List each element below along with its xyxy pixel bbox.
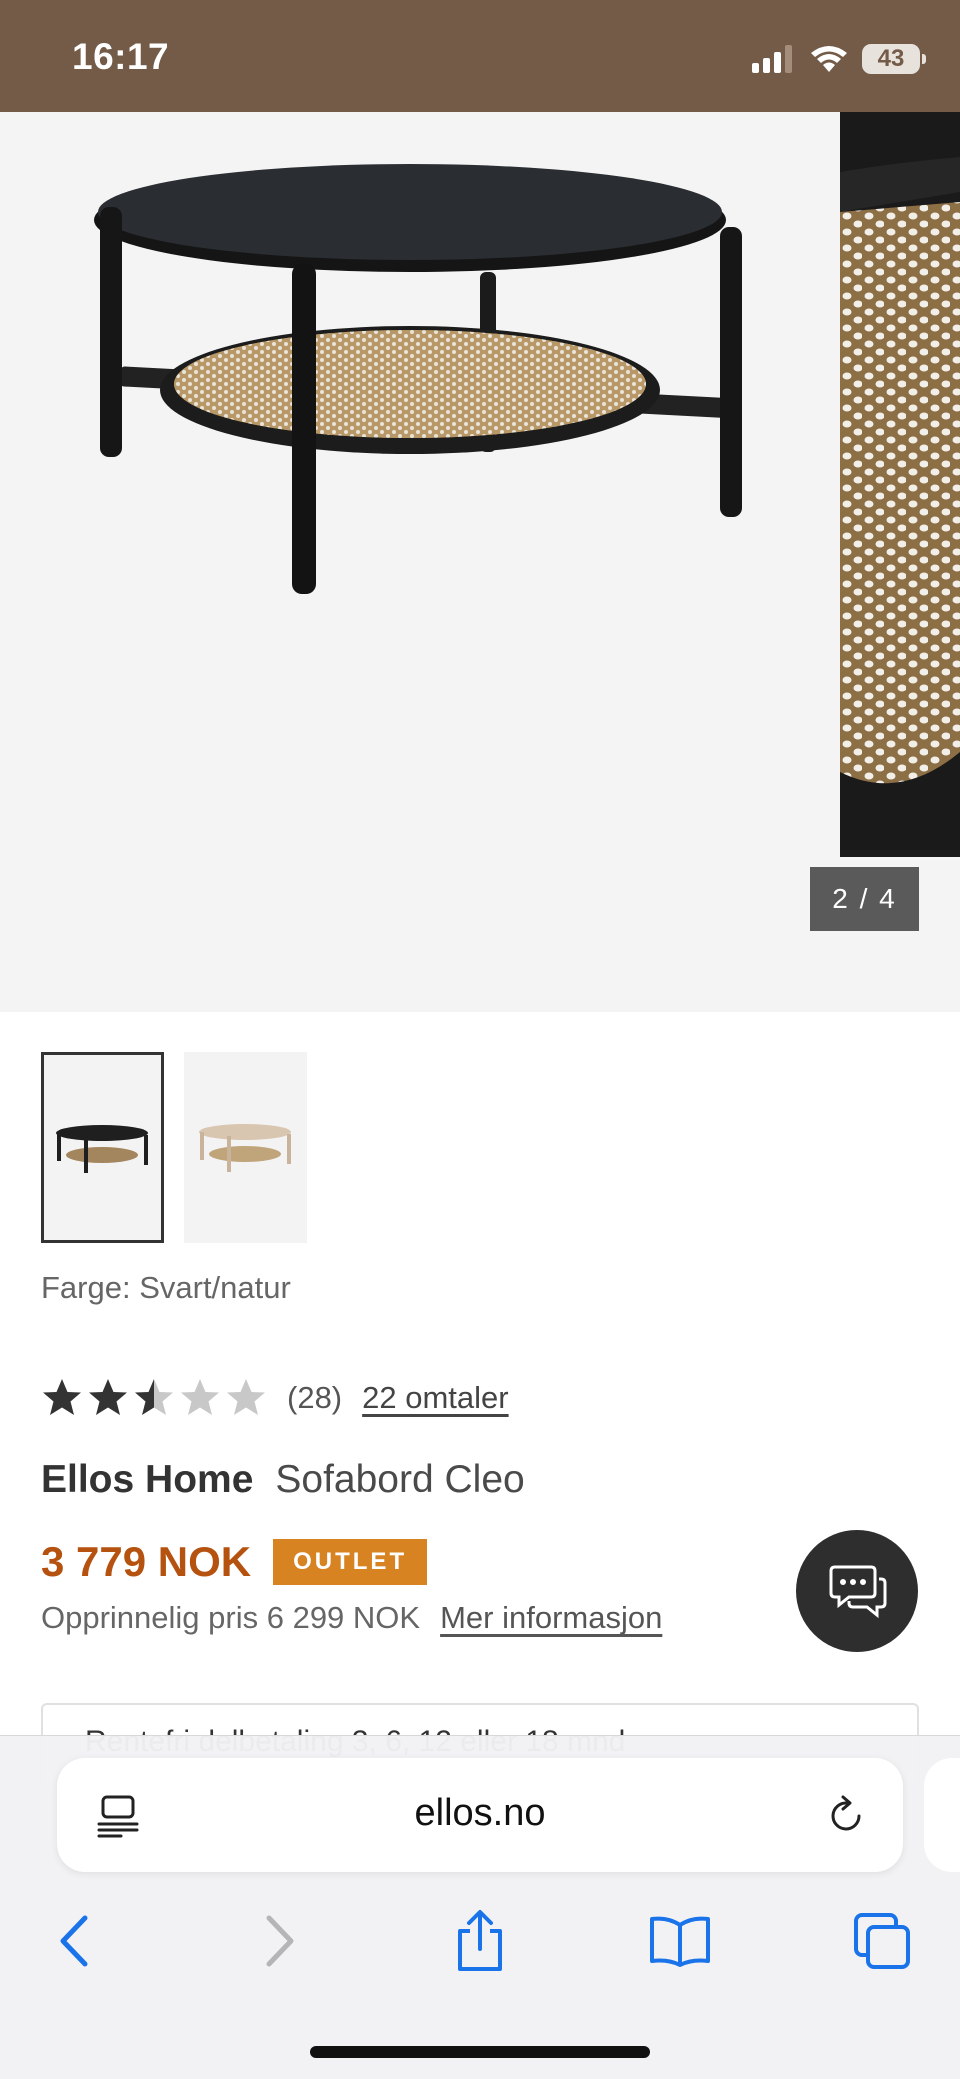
rating-row: (28) 22 omtaler bbox=[41, 1374, 509, 1422]
tabs-button[interactable] bbox=[842, 1901, 922, 1981]
reload-icon[interactable] bbox=[825, 1794, 869, 1838]
original-price: Opprinnelig pris 6 299 NOK bbox=[41, 1600, 421, 1635]
gallery-image-next[interactable] bbox=[840, 112, 960, 857]
outlet-badge: OUTLET bbox=[273, 1539, 428, 1585]
color-label: Farge: Svart/natur bbox=[41, 1270, 291, 1305]
gallery-image-main[interactable] bbox=[0, 112, 840, 1012]
price-row: 3 779 NOK OUTLET bbox=[41, 1538, 428, 1586]
forward-icon bbox=[266, 1915, 294, 1967]
share-button[interactable] bbox=[440, 1901, 520, 1981]
chat-icon bbox=[829, 1565, 887, 1619]
rating-stars[interactable] bbox=[41, 1377, 267, 1419]
coffee-table-image bbox=[94, 164, 742, 594]
gallery-counter: 2 / 4 bbox=[810, 867, 919, 931]
battery-icon: 43 bbox=[862, 44, 926, 74]
status-bar: 16:17 43 bbox=[0, 0, 960, 112]
reviews-link[interactable]: 22 omtaler bbox=[362, 1380, 508, 1416]
url-text: ellos.no bbox=[414, 1792, 546, 1834]
back-icon bbox=[60, 1915, 88, 1967]
bookmarks-button[interactable] bbox=[640, 1901, 720, 1981]
original-price-row: Opprinnelig pris 6 299 NOK Mer informasj… bbox=[41, 1600, 662, 1636]
thumbnail-strip bbox=[41, 1052, 307, 1243]
next-tab-peek[interactable] bbox=[924, 1758, 960, 1872]
thumbnail-natural[interactable] bbox=[184, 1052, 307, 1243]
home-indicator bbox=[310, 2046, 650, 2058]
thumbnail-black[interactable] bbox=[41, 1052, 164, 1243]
product-price: 3 779 NOK bbox=[41, 1538, 252, 1585]
tabs-icon bbox=[854, 1913, 910, 1969]
browser-toolbar bbox=[0, 1901, 960, 1991]
star-icon bbox=[135, 1379, 173, 1415]
star-icon bbox=[89, 1379, 127, 1415]
star-icon bbox=[181, 1379, 219, 1415]
status-icons: 43 bbox=[752, 42, 926, 76]
forward-button[interactable] bbox=[240, 1901, 320, 1981]
chat-button[interactable] bbox=[796, 1530, 918, 1652]
bookmarks-icon bbox=[650, 1916, 710, 1967]
address-bar[interactable]: ellos.no bbox=[57, 1758, 903, 1872]
status-time: 16:17 bbox=[72, 36, 170, 77]
product-name: Sofabord Cleo bbox=[275, 1458, 525, 1501]
star-icon bbox=[227, 1379, 265, 1415]
product-brand[interactable]: Ellos Home bbox=[41, 1458, 253, 1502]
rating-count: (28) bbox=[287, 1380, 343, 1415]
star-icon bbox=[43, 1379, 81, 1415]
wifi-icon bbox=[811, 46, 847, 72]
more-info-link[interactable]: Mer informasjon bbox=[440, 1600, 662, 1636]
back-button[interactable] bbox=[34, 1901, 114, 1981]
share-icon bbox=[458, 1910, 502, 1971]
product-gallery[interactable]: 2 / 4 bbox=[0, 112, 960, 1012]
signal-icon bbox=[752, 45, 792, 73]
product-title: Ellos Home Sofabord Cleo bbox=[41, 1458, 525, 1502]
browser-bottom-bar: ellos.no bbox=[0, 1735, 960, 2079]
